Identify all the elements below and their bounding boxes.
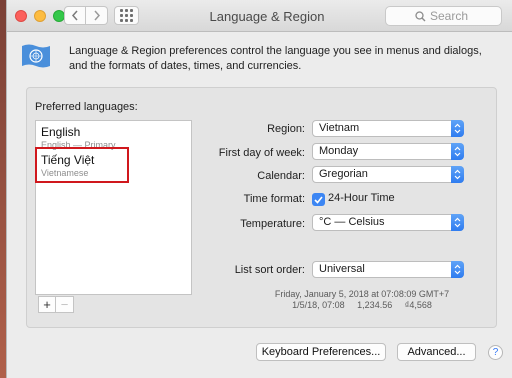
grid-icon — [120, 9, 133, 22]
search-icon — [415, 11, 426, 22]
sample-date: Friday, January 5, 2018 at 07:08:09 GMT+… — [274, 289, 450, 299]
forward-button[interactable] — [86, 6, 108, 25]
calendar-label: Calendar: — [257, 170, 305, 182]
sort-order-value: Universal — [319, 263, 365, 275]
un-flag-icon — [22, 44, 50, 68]
updown-arrow-icon — [451, 214, 464, 231]
chevron-right-icon — [93, 10, 100, 21]
show-all-button[interactable] — [114, 6, 139, 25]
window-title: Language & Region — [209, 9, 325, 24]
region-value: Vietnam — [319, 122, 360, 134]
close-button[interactable] — [15, 10, 27, 22]
temperature-select[interactable]: °C — Celsius — [312, 214, 464, 231]
minimize-button[interactable] — [34, 10, 46, 22]
sort-order-label: List sort order: — [234, 264, 305, 276]
sample-numbers: 1/5/18, 07:08 1,234.56 ₫4,568 — [292, 300, 432, 310]
first-day-label: First day of week: — [218, 147, 305, 159]
help-button[interactable]: ? — [488, 345, 503, 360]
calendar-value: Gregorian — [319, 168, 368, 180]
search-placeholder: Search — [430, 9, 469, 23]
calendar-select[interactable]: Gregorian — [312, 166, 464, 183]
intro-text: Language & Region preferences control th… — [69, 45, 482, 72]
region-select[interactable]: Vietnam — [312, 120, 464, 137]
updown-arrow-icon — [451, 120, 464, 137]
sort-order-select[interactable]: Universal — [312, 261, 464, 278]
updown-arrow-icon — [451, 143, 464, 160]
highlight-box — [35, 147, 129, 183]
remove-language-button[interactable]: − — [56, 296, 74, 313]
add-language-button[interactable]: + — [38, 296, 56, 313]
search-field[interactable]: Search — [385, 6, 502, 26]
back-button[interactable] — [64, 6, 86, 25]
keyboard-preferences-button[interactable]: Keyboard Preferences... — [256, 343, 386, 361]
first-day-value: Monday — [319, 145, 359, 157]
title-bar: Language & Region Search — [7, 0, 512, 32]
updown-arrow-icon — [451, 166, 464, 183]
time-format-value[interactable]: 24-Hour Time — [328, 192, 395, 204]
temperature-label: Temperature: — [240, 218, 305, 230]
temperature-value: °C — Celsius — [319, 216, 385, 228]
language-name: English — [41, 125, 81, 139]
list-controls: + − — [38, 296, 74, 313]
region-label: Region: — [267, 123, 305, 135]
advanced-button[interactable]: Advanced... — [397, 343, 476, 361]
chevron-left-icon — [71, 10, 78, 21]
preferred-languages-label: Preferred languages: — [35, 101, 138, 113]
updown-arrow-icon — [451, 261, 464, 278]
checkmark-icon — [314, 195, 323, 204]
time-format-checkbox[interactable] — [312, 193, 325, 206]
time-format-label: Time format: — [243, 193, 305, 205]
first-day-select[interactable]: Monday — [312, 143, 464, 160]
preferences-window: Language & Region Search Language & Regi… — [6, 0, 512, 378]
